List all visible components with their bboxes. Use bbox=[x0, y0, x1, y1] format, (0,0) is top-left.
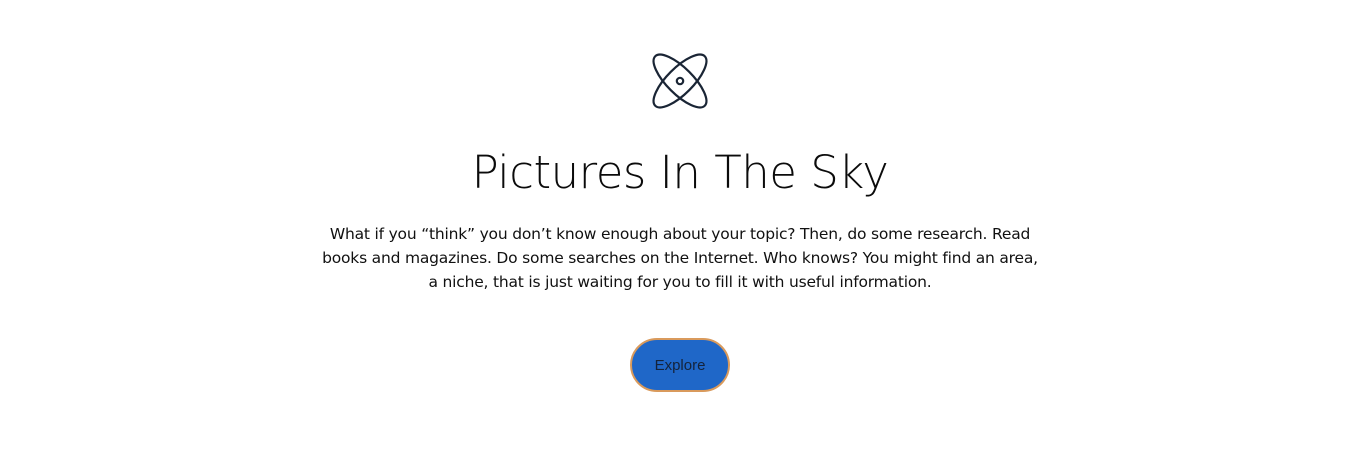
explore-button[interactable]: Explore bbox=[630, 338, 730, 392]
page-title: Pictures In The Sky bbox=[471, 146, 889, 199]
atom-icon bbox=[649, 50, 711, 112]
hero-description: What if you “think” you don’t know enoug… bbox=[322, 225, 1038, 291]
hero-section: Pictures In The Sky What if you “think” … bbox=[0, 0, 1360, 474]
